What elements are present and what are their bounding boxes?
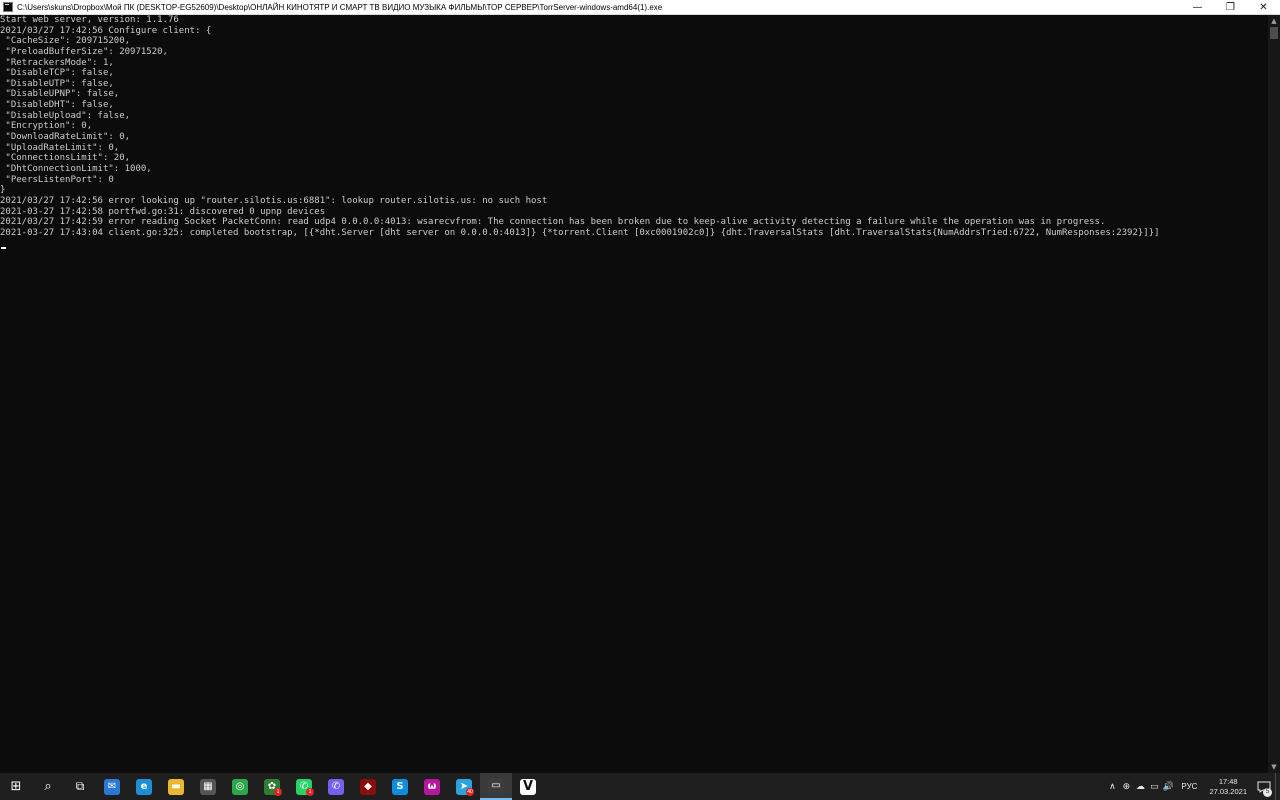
volume-icon[interactable]: 🔊: [1161, 773, 1175, 800]
taskbar-app-button[interactable]: ✉: [96, 773, 128, 800]
taskbar-app-button[interactable]: V: [512, 773, 544, 800]
taskbar: ⊞ ⌕ ⧉ ✉ e ▬ ▦ ◎ ✿ 1 ✆ 1 ✆ ◆ Sω ➤ 40 ▭ V ∧ ⊕ ☁ ▭ 🔊 РУС 1…: [0, 773, 1280, 800]
app-badge: 40: [466, 788, 474, 796]
taskbar-app-button[interactable]: ▭: [480, 773, 512, 800]
app-badge: 1: [274, 788, 282, 796]
notification-count-badge: 5: [1263, 788, 1272, 797]
system-tray: ∧ ⊕ ☁ ▭ 🔊 РУС 17:48 27.03.2021 5: [1105, 773, 1280, 800]
window-controls: — ❐ ✕: [1181, 0, 1280, 15]
input-language[interactable]: РУС: [1175, 782, 1203, 791]
scrollbar-thumb[interactable]: [1270, 27, 1278, 39]
taskbar-app-button[interactable]: ➤ 40: [448, 773, 480, 800]
taskbar-app-button[interactable]: e: [128, 773, 160, 800]
task-view-button[interactable]: ⧉: [64, 773, 96, 800]
scroll-down-icon[interactable]: ▼: [1268, 762, 1280, 772]
search-button[interactable]: ⌕: [32, 773, 64, 800]
taskbar-app-button[interactable]: ▦: [192, 773, 224, 800]
window-title: C:\Users\skuns\Dropbox\Мой ПК (DESKTOP-E…: [17, 2, 663, 12]
scroll-up-icon[interactable]: ▲: [1268, 16, 1280, 26]
search-icon: ⌕: [44, 779, 52, 794]
show-hidden-icons-icon[interactable]: ∧: [1105, 773, 1119, 800]
start-button[interactable]: ⊞: [0, 773, 32, 800]
console-line: "DhtConnectionLimit": 1000,: [0, 163, 152, 174]
taskbar-app-button[interactable]: ✆ 1: [288, 773, 320, 800]
console-window-icon: [3, 2, 13, 12]
tray-icon-1[interactable]: ⊕: [1119, 773, 1133, 800]
show-desktop-button[interactable]: [1275, 773, 1280, 800]
console-line: "PreloadBufferSize": 20971520,: [0, 46, 168, 57]
store-icon: ▦: [200, 778, 216, 795]
clock-date: 27.03.2021: [1209, 786, 1247, 796]
console-line: "ConnectionsLimit": 20,: [0, 153, 131, 164]
title-bar: C:\Users\skuns\Dropbox\Мой ПК (DESKTOP-E…: [0, 0, 1280, 15]
console-line: 2021-03-27 17:42:58 portfwd.go:31: disco…: [0, 206, 326, 217]
console-line: "DisableUpload": false,: [0, 110, 131, 121]
windows-logo-icon: ⊞: [10, 779, 22, 794]
console-line: "PeersListenPort": 0: [0, 174, 114, 185]
edge-icon: e: [136, 778, 152, 795]
console-line: "DisableDHT": false,: [0, 100, 114, 111]
console-line: "RetrackersMode": 1,: [0, 57, 114, 68]
minimize-button[interactable]: —: [1181, 0, 1214, 15]
task-view-icon: ⧉: [75, 779, 85, 793]
network-icon[interactable]: ▭: [1147, 773, 1161, 800]
taskbar-app-button[interactable]: ▬: [160, 773, 192, 800]
console-line: 2021/03/27 17:42:56 Configure client: {: [0, 25, 212, 36]
close-button[interactable]: ✕: [1247, 0, 1280, 15]
text-cursor: [1, 247, 6, 249]
console-line: "DisableUTP": false,: [0, 78, 114, 89]
skype-icon: S: [392, 778, 408, 795]
console-line: 2021/03/27 17:42:59 error reading Socket…: [0, 217, 1106, 228]
console-line: Start web server, version: 1.1.76: [0, 15, 179, 25]
console-output[interactable]: Start web server, version: 1.1.76 2021/03…: [0, 15, 1268, 773]
console-line: 2021/03/27 17:42:56 error looking up "ro…: [0, 195, 548, 206]
taskbar-app-button[interactable]: ✆: [320, 773, 352, 800]
file-explorer-icon: ▬: [168, 778, 184, 795]
onedrive-icon[interactable]: ☁: [1133, 773, 1147, 800]
console-lines: Start web server, version: 1.1.76 2021/03…: [0, 15, 1268, 238]
clock[interactable]: 17:48 27.03.2021: [1203, 777, 1253, 797]
taskbar-app-button[interactable]: ω: [416, 773, 448, 800]
app-badge: 1: [306, 788, 314, 796]
notification-center-button[interactable]: 5: [1253, 773, 1275, 800]
console-line: 2021-03-27 17:43:04 client.go:325: compl…: [0, 227, 1160, 238]
search-app-icon: ◎: [232, 778, 248, 795]
taskbar-apps: ✉ e ▬ ▦ ◎ ✿ 1 ✆ 1 ✆ ◆ Sω ➤ 40 ▭ V: [96, 773, 544, 800]
viber-icon: ✆: [328, 778, 344, 795]
taskbar-app-button[interactable]: S: [384, 773, 416, 800]
console-line: "UploadRateLimit": 0,: [0, 142, 120, 153]
clock-time: 17:48: [1218, 776, 1238, 786]
taskbar-app-button[interactable]: ◎: [224, 773, 256, 800]
vertical-scrollbar[interactable]: ▲ ▼: [1268, 15, 1280, 773]
console-line: "DisableTCP": false,: [0, 68, 114, 79]
console-line: "Encryption": 0,: [0, 121, 93, 132]
taskbar-app-button[interactable]: ◆: [352, 773, 384, 800]
console-line: "DownloadRateLimit": 0,: [0, 132, 131, 143]
console-line: "DisableUPNP": false,: [0, 89, 120, 100]
console-app-icon: ▭: [488, 777, 504, 794]
purple-app-icon: ω: [424, 778, 440, 795]
red-app-icon: ◆: [360, 778, 376, 795]
console-line: }: [0, 185, 6, 196]
maximize-button[interactable]: ❐: [1214, 0, 1247, 15]
taskbar-app-button[interactable]: ✿ 1: [256, 773, 288, 800]
mail-icon: ✉: [104, 778, 120, 795]
console-line: "CacheSize": 209715200,: [0, 36, 131, 47]
v-app-icon: V: [520, 778, 536, 795]
